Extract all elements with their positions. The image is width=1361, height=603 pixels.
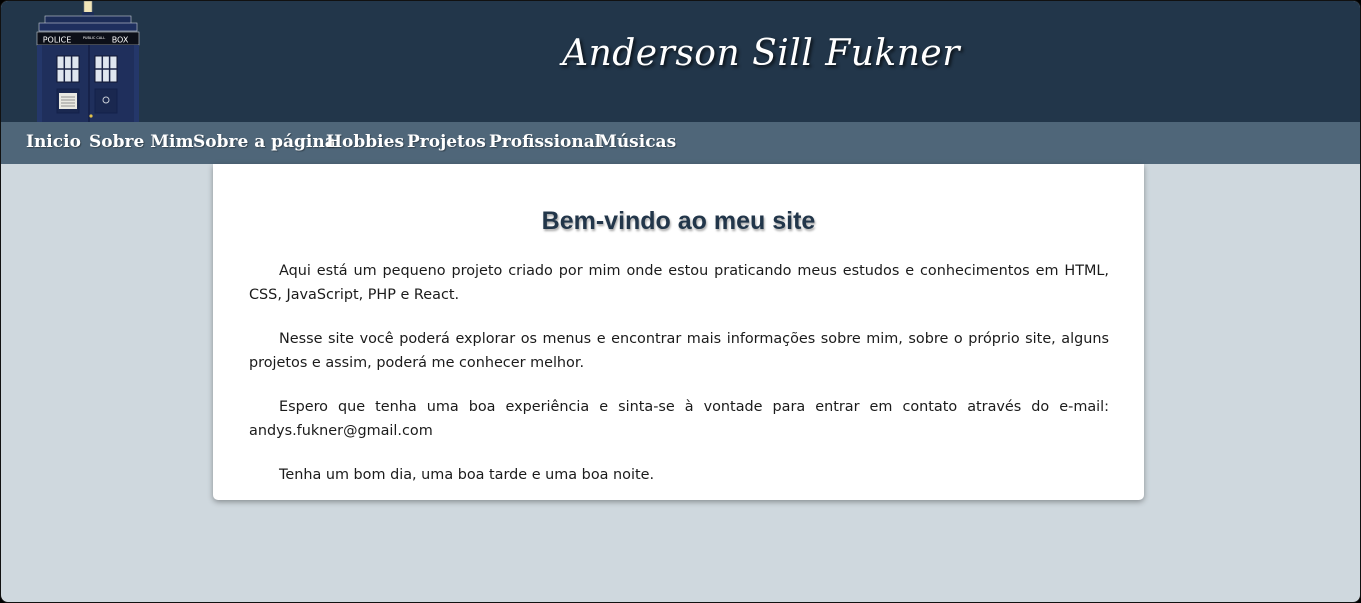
nav-item-sobre-a-pagina[interactable]: Sobre a página [193,132,336,152]
nav-item-sobre-mim[interactable]: Sobre Mim [89,132,193,152]
logo-sign-left: POLICE [43,36,72,45]
nav-item-musicas[interactable]: Músicas [598,132,676,152]
greeting-paragraph: Tenha um bom dia, uma boa tarde e uma bo… [279,467,655,483]
nav-item-profissional[interactable]: Profissional [489,132,601,152]
main-nav: Inicio Sobre Mim Sobre a página Hobbies … [1,122,1360,164]
nav-item-projetos[interactable]: Projetos [407,132,486,152]
site-header: POLICE PUBLIC CALL BOX Anderson Sill Fuk… [1,1,1360,122]
logo-sign-mid: PUBLIC CALL [83,36,105,40]
site-title: Anderson Sill Fukner [562,33,960,74]
nav-item-inicio[interactable]: Inicio [26,132,81,152]
welcome-card: Bem-vindo ao meu site Aqui está um peque… [213,164,1144,500]
police-box-icon: POLICE PUBLIC CALL BOX [36,1,140,122]
contact-paragraph: Espero que tenha uma boa experiência e s… [249,399,1109,439]
page-title: Bem-vindo ao meu site [541,207,816,235]
logo-sign-right: BOX [112,36,129,45]
explore-paragraph: Nesse site você poderá explorar os menus… [249,331,1109,371]
browser-viewport: POLICE PUBLIC CALL BOX Anderson Sill Fuk… [0,0,1361,603]
intro-paragraph: Aqui está um pequeno projeto criado por … [249,263,1109,303]
logo[interactable]: POLICE PUBLIC CALL BOX [31,1,147,122]
nav-item-hobbies[interactable]: Hobbies [326,132,404,152]
